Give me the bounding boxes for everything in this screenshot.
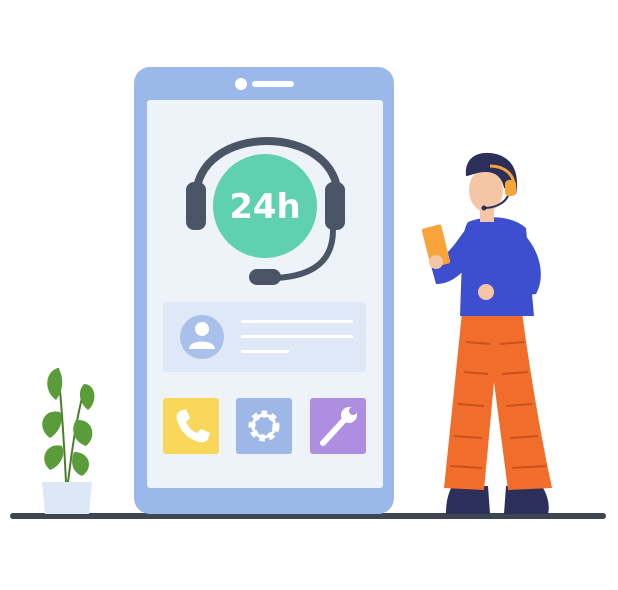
person-pants	[444, 312, 552, 490]
user-icon	[180, 315, 224, 359]
support-illustration: 24h	[0, 0, 618, 590]
potted-plant	[42, 367, 95, 514]
plant-pot	[42, 482, 92, 514]
profile-line	[241, 320, 353, 323]
person-hand	[429, 255, 443, 269]
profile-line	[241, 335, 353, 338]
profile-line	[241, 350, 289, 353]
plant-leaf	[44, 445, 64, 470]
support-badge-label: 24h	[229, 187, 301, 227]
plant-leaf	[72, 452, 89, 476]
settings-tile	[236, 398, 292, 454]
phone-speaker	[252, 81, 294, 87]
profile-card	[163, 302, 366, 372]
person-shoe	[504, 486, 549, 514]
support-person	[421, 152, 552, 514]
plant-leaf	[73, 419, 93, 446]
phone-camera	[235, 78, 247, 90]
smartphone: 24h	[134, 67, 394, 514]
person-shoe	[446, 486, 490, 514]
tools-tile	[310, 398, 366, 454]
illustration-canvas: 24h	[10, 67, 606, 519]
plant-leaf	[79, 384, 95, 410]
call-tile	[163, 398, 219, 454]
plant-leaf	[42, 411, 62, 438]
person-hand	[478, 284, 494, 300]
